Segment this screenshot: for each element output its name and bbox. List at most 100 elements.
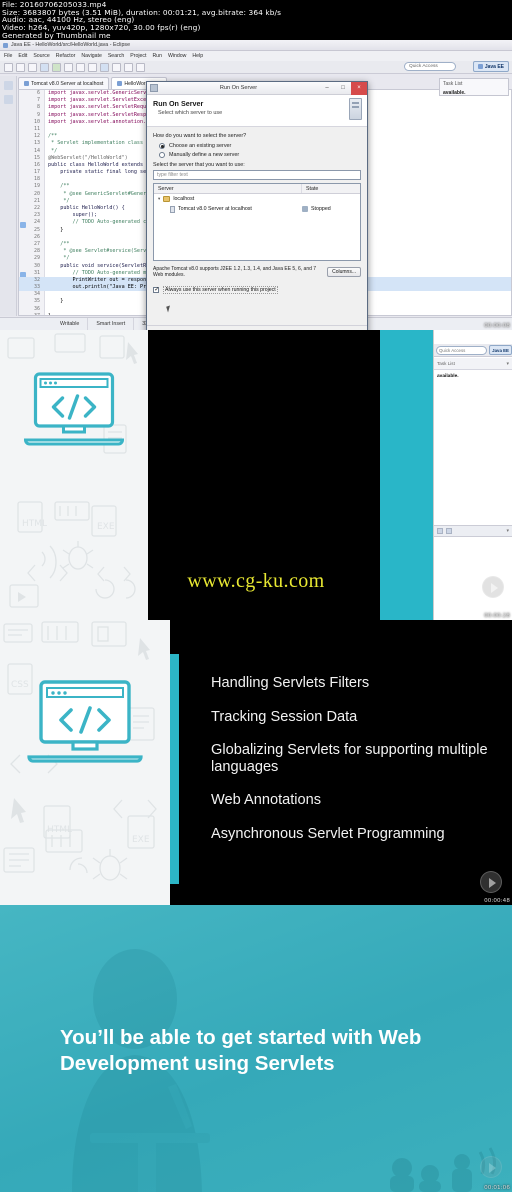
java-ee-icon <box>477 64 483 69</box>
servers-view-icon[interactable] <box>3 95 13 104</box>
accent-bar <box>170 654 179 884</box>
dialog-close-button[interactable]: × <box>351 81 367 95</box>
code-illustration-panel: CSS HTML EXE <box>0 620 170 905</box>
perspective-label: Java EE <box>484 63 504 70</box>
play-watermark-icon <box>480 871 502 893</box>
new-button[interactable] <box>4 62 13 72</box>
line-number: 27 <box>33 240 40 247</box>
feature-bullet-list: Handling Servlets Filters Tracking Sessi… <box>211 675 501 860</box>
columns-button[interactable]: Columns... <box>327 267 361 277</box>
open-type-button[interactable] <box>100 62 109 72</box>
ide-title-bar: Java EE - HelloWorld/src/HelloWorld.java… <box>0 40 512 51</box>
editor-tab-tomcat[interactable]: Tomcat v8.0 Server at localhost <box>18 77 110 89</box>
dialog-heading: Run On Server <box>153 99 204 108</box>
radio-manual-indicator <box>159 152 165 158</box>
project-explorer-icon[interactable] <box>3 81 13 90</box>
debug-button[interactable] <box>64 62 73 72</box>
server-icon <box>24 81 29 86</box>
menu-edit[interactable]: Edit <box>18 53 27 59</box>
run-button[interactable] <box>52 62 61 72</box>
search-toolbar-button[interactable] <box>112 62 121 72</box>
dialog-question: How do you want to select the server? <box>153 133 247 139</box>
line-number: 8 <box>36 104 40 111</box>
table-row[interactable]: ▾ localhost <box>154 194 360 204</box>
radio-existing-label: Choose an existing server <box>169 143 232 149</box>
list-item: Globalizing Servlets for supporting mult… <box>211 742 488 775</box>
server-table-header: Server State <box>154 184 360 194</box>
code-text: @WebServlet("/HelloWorld") <box>48 154 128 161</box>
server-row-name: Tomcat v8.0 Server at localhost <box>178 206 252 212</box>
server-support-note: Apache Tomcat v8.0 supports J2EE 1.2, 1.… <box>153 266 317 278</box>
line-number: 35 <box>33 298 40 305</box>
ide-menu-bar: File Edit Source Refactor Navigate Searc… <box>0 51 512 61</box>
always-use-server-checkbox[interactable]: Always use this server when running this… <box>153 286 361 294</box>
quick-access-input[interactable]: Quick Access <box>404 62 456 71</box>
view-menu-icon[interactable]: ▾ <box>506 361 509 367</box>
list-item: Web Annotations <box>211 792 322 809</box>
line-number: 11 <box>33 125 40 132</box>
minimize-view-icon[interactable]: ▾ <box>506 528 509 534</box>
task-list-title: Task List <box>437 361 455 366</box>
ide-window-title: Java EE - HelloWorld/src/HelloWorld.java… <box>11 42 131 48</box>
next-annotation-button[interactable] <box>124 62 133 72</box>
status-insert-mode: Smart Insert <box>88 318 135 330</box>
radio-manually-define-server[interactable]: Manually define a new server <box>159 152 361 158</box>
tomcat-server-icon <box>170 205 175 213</box>
server-rack-icon <box>349 98 362 120</box>
quick-access-input[interactable]: Quick Access <box>436 345 488 355</box>
menu-project[interactable]: Project <box>130 53 146 59</box>
site-watermark: www.cg-ku.com <box>187 570 325 592</box>
menu-help[interactable]: Help <box>192 53 203 59</box>
svg-text:HTML: HTML <box>47 825 72 835</box>
line-number: 26 <box>33 233 40 240</box>
line-number: 18 <box>33 176 40 183</box>
menu-search[interactable]: Search <box>108 53 124 59</box>
save-button[interactable] <box>16 62 25 72</box>
line-number: 36 <box>33 305 40 312</box>
line-number: 22 <box>33 205 40 211</box>
dialog-subheading: Select which server to use <box>158 110 223 116</box>
build-button[interactable] <box>40 62 49 72</box>
menu-run[interactable]: Run <box>152 53 162 59</box>
servers-view-icon[interactable] <box>446 528 452 534</box>
line-number: 10 <box>33 118 40 125</box>
expand-twisty-icon[interactable]: ▾ <box>158 196 160 202</box>
table-row[interactable]: Tomcat v8.0 Server at localhost Stopped <box>154 204 360 214</box>
menu-refactor[interactable]: Refactor <box>56 53 76 59</box>
video-frame-4: You’ll be able to get started with Web D… <box>0 905 512 1192</box>
mouse-cursor-icon <box>167 306 173 315</box>
menu-file[interactable]: File <box>4 53 12 59</box>
menu-window[interactable]: Window <box>168 53 186 59</box>
meta-generator: Generated by Thumbnail me <box>2 30 111 40</box>
run-on-server-dialog[interactable]: Run On Server – □ × Run On Server Select… <box>146 81 368 330</box>
dialog-window-title: Run On Server <box>219 85 258 91</box>
list-item: Handling Servlets Filters <box>211 675 370 691</box>
line-number: 28 <box>33 248 40 255</box>
column-header-server[interactable]: Server <box>154 184 302 193</box>
radio-manual-label: Manually define a new server <box>169 152 240 158</box>
server-row-state: Stopped <box>311 206 331 212</box>
line-number: 17 <box>33 169 40 176</box>
perspective-java-ee-button[interactable]: Java EE <box>472 61 509 72</box>
prev-annotation-button[interactable] <box>136 62 145 72</box>
server-filter-input[interactable]: type filter text <box>153 170 361 180</box>
video-frame-1: Java EE - HelloWorld/src/HelloWorld.java… <box>0 40 512 330</box>
column-header-state[interactable]: State <box>302 184 360 193</box>
frame-timestamp: 00:00:08 <box>484 323 510 329</box>
print-button[interactable] <box>28 62 37 72</box>
code-text: } <box>48 298 64 305</box>
new-java-class-button[interactable] <box>88 62 97 72</box>
menu-source[interactable]: Source <box>33 53 49 59</box>
external-tools-button[interactable] <box>76 62 85 72</box>
outline-view-icon[interactable] <box>437 528 443 534</box>
server-table[interactable]: Server State ▾ localhost Tomcat v8.0 Ser… <box>153 183 361 261</box>
status-writable: Writable <box>52 318 89 330</box>
menu-navigate[interactable]: Navigate <box>81 53 101 59</box>
code-text: import javax.servlet.ServletRequest; <box>48 104 159 111</box>
dialog-minimize-button[interactable]: – <box>319 82 335 95</box>
dialog-maximize-button[interactable]: □ <box>335 82 351 95</box>
line-number: 13 <box>33 140 40 147</box>
radio-choose-existing-server[interactable]: Choose an existing server <box>159 143 361 149</box>
line-number: 37 <box>33 312 40 316</box>
perspective-java-ee-button[interactable]: Java EE <box>489 345 512 355</box>
